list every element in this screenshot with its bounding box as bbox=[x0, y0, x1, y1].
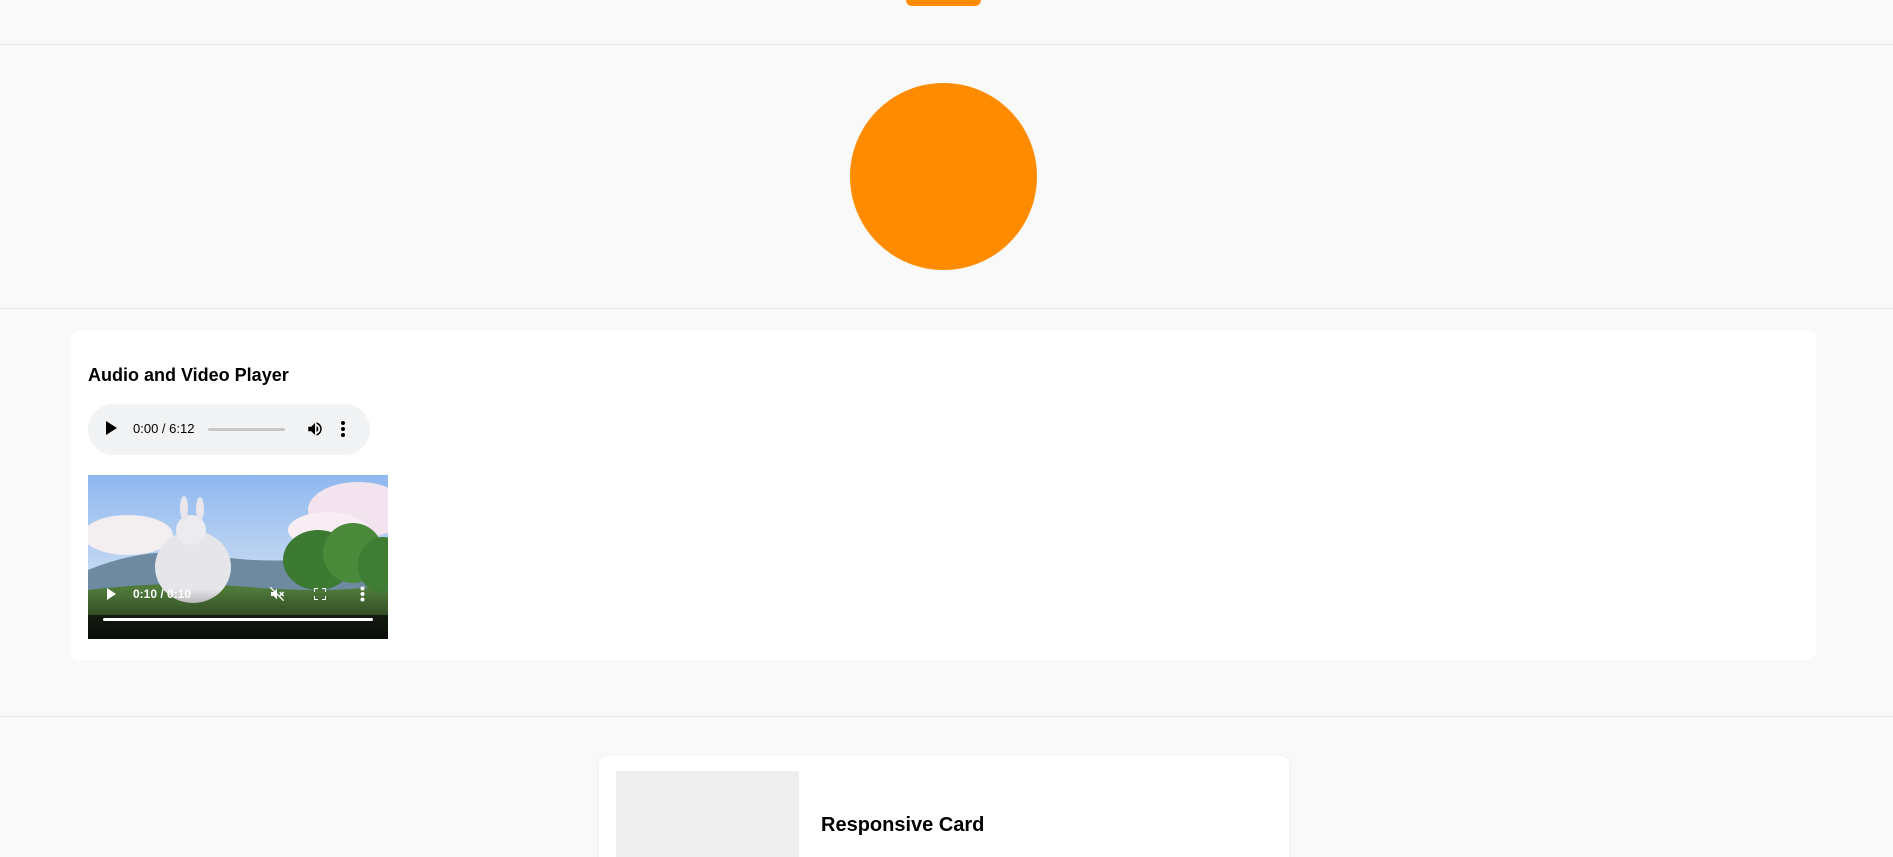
fullscreen-icon[interactable] bbox=[314, 588, 326, 600]
top-section bbox=[0, 0, 1893, 45]
audio-progress-bar[interactable] bbox=[208, 428, 285, 431]
orange-button[interactable] bbox=[906, 0, 981, 6]
page: Audio and Video Player 0:00 / 6:12 0:10 … bbox=[0, 0, 1893, 857]
orange-circle bbox=[850, 83, 1037, 270]
section-divider bbox=[0, 716, 1893, 717]
muted-icon[interactable] bbox=[269, 586, 285, 602]
card-title: Responsive Card bbox=[821, 814, 985, 836]
card-image-placeholder bbox=[616, 771, 799, 857]
play-icon[interactable] bbox=[106, 421, 117, 435]
video-time: 0:10 / 0:10 bbox=[133, 587, 192, 601]
play-icon[interactable] bbox=[107, 588, 116, 600]
video-player[interactable]: 0:10 / 0:10 bbox=[88, 475, 388, 639]
more-options-icon[interactable] bbox=[340, 420, 346, 438]
media-card: Audio and Video Player 0:00 / 6:12 0:10 … bbox=[71, 331, 1816, 660]
audio-player[interactable]: 0:00 / 6:12 bbox=[88, 404, 370, 455]
audio-time: 0:00 / 6:12 bbox=[133, 421, 195, 436]
circle-section bbox=[0, 45, 1893, 309]
media-title: Audio and Video Player bbox=[88, 365, 289, 385]
responsive-card: Responsive Card bbox=[599, 756, 1289, 857]
video-progress-bar[interactable] bbox=[103, 618, 373, 621]
volume-icon[interactable] bbox=[306, 420, 324, 438]
more-options-icon[interactable] bbox=[360, 586, 365, 602]
